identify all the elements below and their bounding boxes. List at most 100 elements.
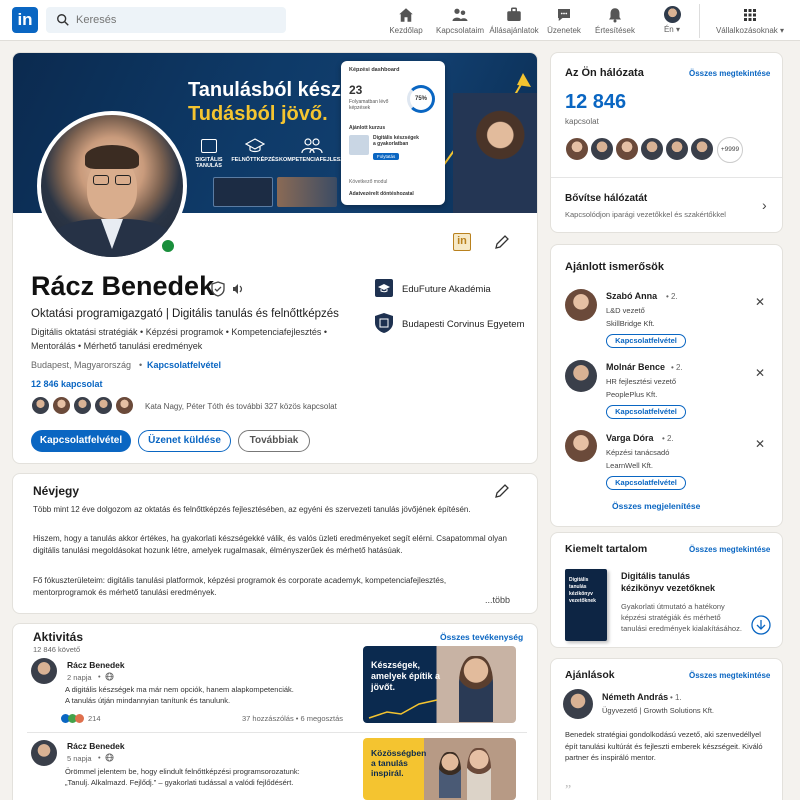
profile-name: Rácz Benedek [31,271,215,301]
network-avatar[interactable] [615,137,639,161]
close-icon[interactable]: ✕ [755,437,765,451]
mutual-connections-text[interactable]: Kata Nagy, Péter Tóth és további 327 köz… [145,402,337,411]
download-icon[interactable] [751,615,771,635]
mutual-avatar[interactable] [52,396,71,415]
mutual-avatar[interactable] [115,396,134,415]
network-avatar[interactable] [590,137,614,161]
speaker-icon[interactable] [231,282,245,296]
suggested-avatar[interactable] [565,289,597,321]
message-button[interactable]: Üzenet küldése [138,430,231,452]
banner-line2: Tudásból jövő. [188,103,328,125]
featured-see-all[interactable]: Összes megtekintése [689,545,770,554]
next-module-name: Adatvezérelt döntéshozatal [349,191,414,197]
suggested-avatar[interactable] [565,430,597,462]
connections-link[interactable]: 12 846 kapcsolat [31,379,103,389]
nav-messages[interactable]: Üzenetek [544,4,584,38]
featured-card: Kiemelt tartalom Összes megtekintése Dig… [550,532,783,648]
school-name[interactable]: Budapesti Corvinus Egyetem [402,319,525,330]
avatar [663,6,681,23]
suggested-connect-button[interactable]: Kapcsolatfelvétel [606,476,686,490]
verified-shield-icon[interactable] [211,281,225,297]
company-logo[interactable] [375,279,393,297]
network-icon [452,8,468,21]
dashboard-stat-label: Folyamatban lévő képzések [349,99,389,111]
network-avatar[interactable] [690,137,714,161]
university-crest-icon[interactable] [374,312,394,334]
suggested-card: Ajánlott ismerősök Szabó Anna • 2. L&D v… [550,244,783,527]
network-count-label: kapcsolat [565,117,599,126]
post-author[interactable]: Rácz Benedek [67,741,125,751]
grow-network-title[interactable]: Bővítse hálózatát [565,193,647,204]
featured-item-title-2[interactable]: kézikönyv vezetőknek [621,583,715,593]
network-avatar[interactable] [640,137,664,161]
nav-home[interactable]: Kezdőlap [384,4,428,38]
linkedin-logo[interactable]: in [12,7,38,33]
search-input[interactable] [76,11,276,29]
nav-me[interactable]: Én ▾ [654,4,690,38]
about-paragraph-1: Több mint 12 éve dolgozom az oktatás és … [33,505,471,514]
monitor-icon [201,139,217,153]
about-paragraph-3: Fő fókuszterületeim: digitális tanulási … [33,576,447,597]
nav-notifications[interactable]: Értesítések [592,4,638,38]
post-image[interactable]: Közösségben a tanulás inspirál. [363,738,516,800]
recommender-avatar[interactable] [563,689,593,719]
book-cover[interactable]: Digitális tanulás kézikönyv vezetőknek [565,569,607,641]
network-avatar[interactable] [565,137,589,161]
nav-business[interactable]: Vállalkozásoknak ▾ [702,4,798,38]
nav-network[interactable]: Kapcsolataim [434,4,486,38]
suggested-name[interactable]: Varga Dóra [606,433,654,443]
divider [551,177,782,178]
post-image[interactable]: Készségek, amelyek építik a jövőt. [363,646,516,723]
suggested-connect-button[interactable]: Kapcsolatfelvétel [606,334,686,348]
mutual-avatar[interactable] [73,396,92,415]
hair-shape [85,145,139,169]
grid-icon [744,9,756,21]
activity-see-all[interactable]: Összes tevékenység [440,632,523,642]
network-see-all[interactable]: Összes megtekintése [689,69,770,78]
edit-pencil-icon[interactable] [494,234,510,250]
network-extra-count[interactable]: +9999 [717,137,743,163]
post-author-avatar[interactable] [31,658,57,684]
nav-jobs[interactable]: Állásajánlatok [488,4,540,38]
network-avatar[interactable] [665,137,689,161]
post-comments-shares[interactable]: 37 hozzászólás • 6 megosztás [242,714,343,723]
suggested-name[interactable]: Szabó Anna [606,291,657,301]
recommender-name[interactable]: Németh András [602,692,668,702]
profile-card: Tanulásból készség. Tudásból jövő. DIGIT… [12,52,538,464]
search-bar[interactable] [46,7,286,33]
separator-bullet: • [98,672,101,681]
about-more-link[interactable]: ...több [485,595,510,605]
network-card: Az Ön hálózata Összes megtekintése 12 84… [550,52,783,233]
post-reactions-count[interactable]: 214 [88,714,101,723]
post-text-1: A digitális készségek ma már nem opciók,… [65,685,294,694]
graduation-cap-icon [378,284,390,293]
next-module-label: Következő modul [349,179,388,185]
recommendations-see-all[interactable]: Összes megtekintése [689,671,770,680]
close-icon[interactable]: ✕ [755,295,765,309]
company-name[interactable]: EduFuture Akadémia [402,284,491,295]
suggested-show-all[interactable]: Összes megjelenítése [612,501,700,511]
suggested-degree: • 2. [662,434,674,443]
more-button[interactable]: Továbbiak [238,430,310,452]
featured-item-title-1[interactable]: Digitális tanulás [621,571,690,581]
mutual-avatar[interactable] [94,396,113,415]
chevron-right-icon[interactable]: › [762,197,767,213]
connect-button[interactable]: Kapcsolatfelvétel [31,430,131,452]
post-author-avatar[interactable] [31,740,57,766]
suggested-connect-button[interactable]: Kapcsolatfelvétel [606,405,686,419]
online-status-dot [160,238,176,254]
suggested-name[interactable]: Molnár Bence [606,362,665,372]
close-icon[interactable]: ✕ [755,366,765,380]
woman-photo [459,656,493,722]
post-text-2: „Tanulj. Alkalmazd. Fejlődj.” – gyakorla… [65,778,294,787]
contact-info-link[interactable]: Kapcsolatfelvétel [147,360,221,370]
linkedin-badge-icon[interactable]: in [453,233,471,251]
post-author[interactable]: Rácz Benedek [67,660,125,670]
suggested-avatar[interactable] [565,360,597,392]
mutual-avatar[interactable] [31,396,50,415]
suggested-company: PeoplePlus Kft. [606,390,658,399]
edit-pencil-icon[interactable] [494,483,510,499]
chevron-down-icon: ▾ [676,25,681,34]
laptop-graphic [213,177,273,207]
network-count[interactable]: 12 846 [565,91,626,114]
